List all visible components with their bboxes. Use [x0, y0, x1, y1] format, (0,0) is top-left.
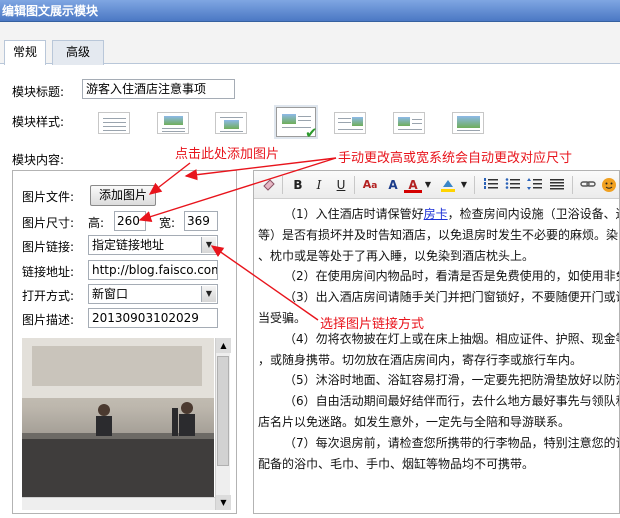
width-label: 宽:: [159, 216, 176, 230]
dropdown-arrow-icon: ▼: [201, 286, 216, 302]
editor-line-text: （2）在使用房间内物品时，看清是否是免费使用的，如使用非免: [284, 269, 620, 284]
link-icon[interactable]: [579, 177, 597, 193]
font-color-button[interactable]: A: [404, 177, 422, 193]
style-option-image-top[interactable]: [157, 112, 189, 134]
editor-line: 店名片以免迷路。如发生意外，一定先与全陪和导游联系。: [258, 412, 619, 433]
editor-line-text: ，检查房间内设施（卫浴设备、迷: [447, 207, 620, 221]
editor-line-text: 店名片以免迷路。如发生意外，一定先与全陪和导游联系。: [258, 414, 571, 429]
tab-strip: 常规 高级: [0, 22, 620, 65]
unordered-list-icon[interactable]: [504, 177, 522, 193]
dropdown-arrow-icon: ▼: [201, 237, 216, 253]
height-label: 高:: [88, 216, 105, 230]
image-link-select[interactable]: 指定链接地址 ▼: [88, 235, 218, 255]
rich-text-editor: B I U Aa A A ▼ ▼ （1）入住酒店时请保管好房卡，检查房间内设施（…: [253, 170, 620, 514]
annotation-resize: 手动更改高或宽系统会自动更改对应尺寸: [338, 151, 573, 166]
font-family-icon[interactable]: Aa: [360, 177, 380, 193]
style-option-image-right[interactable]: [334, 112, 366, 134]
link-url-label: 链接地址:: [22, 265, 75, 279]
width-input[interactable]: 369: [184, 211, 218, 231]
image-preview: [22, 338, 214, 510]
annotation-link-mode: 选择图片链接方式: [320, 317, 425, 332]
module-title-label: 模块标题:: [12, 85, 65, 99]
image-link-value: 指定链接地址: [92, 238, 165, 252]
style-option-text-only[interactable]: [98, 112, 130, 134]
editor-line-text: 等）是否有损坏并及时告知酒店，以免退房时发生不必要的麻烦。染: [258, 227, 619, 242]
editor-line-text: （4）勿将衣物披在灯上或在床上抽烟。相应证件、护照、现金等: [284, 331, 620, 346]
editor-line-text: （5）沐浴时地面、浴缸容易打滑，一定要先把防滑垫放好以防滑: [284, 373, 620, 388]
tab-advanced[interactable]: 高级: [52, 40, 104, 65]
scroll-thumb[interactable]: [217, 356, 229, 466]
eraser-icon[interactable]: [260, 177, 278, 193]
editor-content[interactable]: （1）入住酒店时请保管好房卡，检查房间内设施（卫浴设备、迷 等）是否有损坏并及时…: [258, 204, 620, 475]
scroll-up-icon[interactable]: ▲: [216, 338, 231, 353]
emoticon-icon[interactable]: [600, 177, 618, 193]
link-url-input[interactable]: http://blog.faisco.com/: [88, 260, 218, 280]
selected-check-icon: ✔: [305, 124, 318, 142]
add-image-button[interactable]: 添加图片: [90, 185, 156, 206]
underline-button[interactable]: U: [332, 177, 350, 193]
style-option-image-left-wrap[interactable]: [393, 112, 425, 134]
editor-line: 等）是否有损坏并及时告知酒店，以免退房时发生不必要的麻烦。染: [258, 225, 619, 246]
editor-line: （2）在使用房间内物品时，看清是否是免费使用的，如使用非免: [258, 266, 620, 287]
editor-line: 、枕巾或是等处于了再入睡，以免染到酒店枕头上。: [258, 246, 619, 267]
editor-line-text: （7）每次退房前，请检查您所携带的行李物品，特别注意您的证: [284, 435, 620, 450]
editor-line: （3）出入酒店房间请随手关门并把门窗锁好，不要随便开门或讲: [258, 287, 620, 308]
font-color-dropdown-icon[interactable]: ▼: [424, 177, 432, 193]
image-link-label: 图片链接:: [22, 240, 75, 254]
window-title-bar: 编辑图文展示模块: [0, 0, 620, 22]
editor-line-text: （3）出入酒店房间请随手关门并把门窗锁好，不要随便开门或讲: [284, 290, 620, 305]
editor-line: （6）自由活动期间最好结伴而行，去什么地方最好事先与领队和: [258, 391, 620, 412]
module-title-input[interactable]: 游客入住酒店注意事项: [82, 79, 235, 99]
editor-line-text: 、枕巾或是等处于了再入睡，以免染到酒店枕头上。: [258, 248, 535, 263]
window-title: 编辑图文展示模块: [2, 4, 99, 18]
editor-line-text: （1）入住酒店时请保管好: [284, 207, 424, 221]
scroll-down-icon[interactable]: ▼: [216, 495, 231, 510]
bold-button[interactable]: B: [289, 177, 307, 193]
open-mode-value: 新窗口: [92, 287, 129, 301]
image-desc-label: 图片描述:: [22, 313, 75, 327]
image-size-label: 图片尺寸:: [22, 216, 75, 230]
editor-line-text: ，或随身携带。切勿放在酒店房间内，寄存行李或旅行车内。: [258, 352, 583, 367]
annotation-add-image: 点击此处添加图片: [175, 147, 280, 162]
editor-line: （1）入住酒店时请保管好房卡，检查房间内设施（卫浴设备、迷: [258, 204, 620, 225]
editor-line: （7）每次退房前，请检查您所携带的行李物品，特别注意您的证: [258, 433, 620, 454]
preview-horizontal-scrollbar[interactable]: [22, 497, 215, 510]
editor-line: （5）沐浴时地面、浴缸容易打滑，一定要先把防滑垫放好以防滑: [258, 370, 620, 391]
editor-line: （4）勿将衣物披在灯上或在床上抽烟。相应证件、护照、现金等: [258, 329, 620, 350]
editor-toolbar: B I U Aa A A ▼ ▼: [254, 171, 619, 199]
style-option-image-full[interactable]: [452, 112, 484, 134]
editor-line-text: 配备的浴巾、毛巾、手巾、烟缸等物品均不可携带。: [258, 456, 535, 471]
font-size-button[interactable]: A: [384, 177, 402, 193]
editor-line: ，或随身携带。切勿放在酒店房间内，寄存行李或旅行车内。: [258, 350, 619, 371]
line-height-icon[interactable]: [526, 177, 544, 193]
style-option-image-center[interactable]: [215, 112, 247, 134]
preview-vertical-scrollbar[interactable]: ▲ ▼: [215, 338, 231, 510]
editor-link-text[interactable]: 房卡: [424, 207, 448, 221]
highlight-color-icon[interactable]: [438, 177, 458, 193]
open-mode-select[interactable]: 新窗口 ▼: [88, 284, 218, 304]
italic-button[interactable]: I: [310, 177, 328, 193]
editor-line: 配备的浴巾、毛巾、手巾、烟缸等物品均不可携带。: [258, 454, 619, 475]
module-style-label: 模块样式:: [12, 115, 65, 129]
editor-line-text: 当受骗。: [258, 310, 307, 325]
highlight-dropdown-icon[interactable]: ▼: [460, 177, 468, 193]
editor-line-text: （6）自由活动期间最好结伴而行，去什么地方最好事先与领队和: [284, 394, 620, 409]
module-content-label: 模块内容:: [12, 153, 65, 167]
open-mode-label: 打开方式:: [22, 289, 75, 303]
image-desc-input[interactable]: 20130903102029: [88, 308, 218, 328]
height-input[interactable]: 260: [114, 211, 146, 231]
ordered-list-icon[interactable]: [482, 177, 500, 193]
align-justify-icon[interactable]: [548, 177, 566, 193]
editor-line: 当受骗。: [258, 308, 619, 329]
tab-general[interactable]: 常规: [4, 40, 46, 65]
image-file-label: 图片文件:: [22, 190, 75, 204]
